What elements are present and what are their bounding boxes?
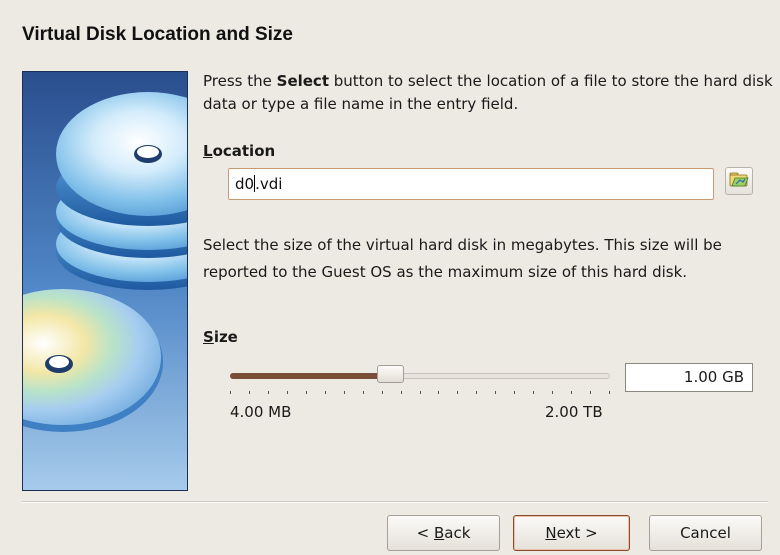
page-title: Virtual Disk Location and Size — [22, 24, 293, 45]
location-label: Location — [203, 142, 276, 160]
footer-divider — [22, 501, 768, 503]
size-max-label: 2.00 TB — [545, 403, 603, 421]
slider-tick — [230, 391, 231, 394]
slider-tick — [609, 391, 610, 394]
slider-tick — [571, 391, 572, 394]
slider-tick — [438, 391, 439, 394]
next-button[interactable]: Next > — [513, 515, 630, 551]
slider-tick — [382, 391, 383, 394]
back-button[interactable]: < Back — [387, 515, 500, 551]
slider-tick — [590, 391, 591, 394]
size-input[interactable]: 1.00 GB — [625, 363, 753, 392]
size-slider[interactable] — [230, 365, 610, 387]
slider-tick — [533, 391, 534, 394]
slider-tick — [514, 391, 515, 394]
slider-tick — [476, 391, 477, 394]
folder-open-icon — [729, 170, 749, 192]
slider-tick — [325, 391, 326, 394]
disk-illustration — [22, 71, 188, 491]
slider-ticks — [230, 391, 610, 395]
select-keyword: Select — [276, 72, 329, 90]
slider-tick — [306, 391, 307, 394]
slider-tick — [401, 391, 402, 394]
slider-tick — [287, 391, 288, 394]
slider-tick — [249, 391, 250, 394]
slider-tick — [495, 391, 496, 394]
size-min-label: 4.00 MB — [230, 403, 292, 421]
slider-tick — [268, 391, 269, 394]
slider-tick — [552, 391, 553, 394]
slider-handle[interactable] — [376, 365, 404, 383]
slider-tick — [363, 391, 364, 394]
cancel-button[interactable]: Cancel — [649, 515, 762, 551]
slider-tick — [344, 391, 345, 394]
location-input[interactable]: d0.vdi — [228, 168, 714, 200]
browse-location-button[interactable] — [725, 167, 753, 195]
size-label: Size — [203, 328, 238, 346]
size-description: Select the size of the virtual hard disk… — [203, 236, 722, 281]
slider-tick — [457, 391, 458, 394]
location-description: Press the Select button to select the lo… — [203, 72, 773, 113]
slider-tick — [420, 391, 421, 394]
slider-fill — [230, 373, 390, 379]
